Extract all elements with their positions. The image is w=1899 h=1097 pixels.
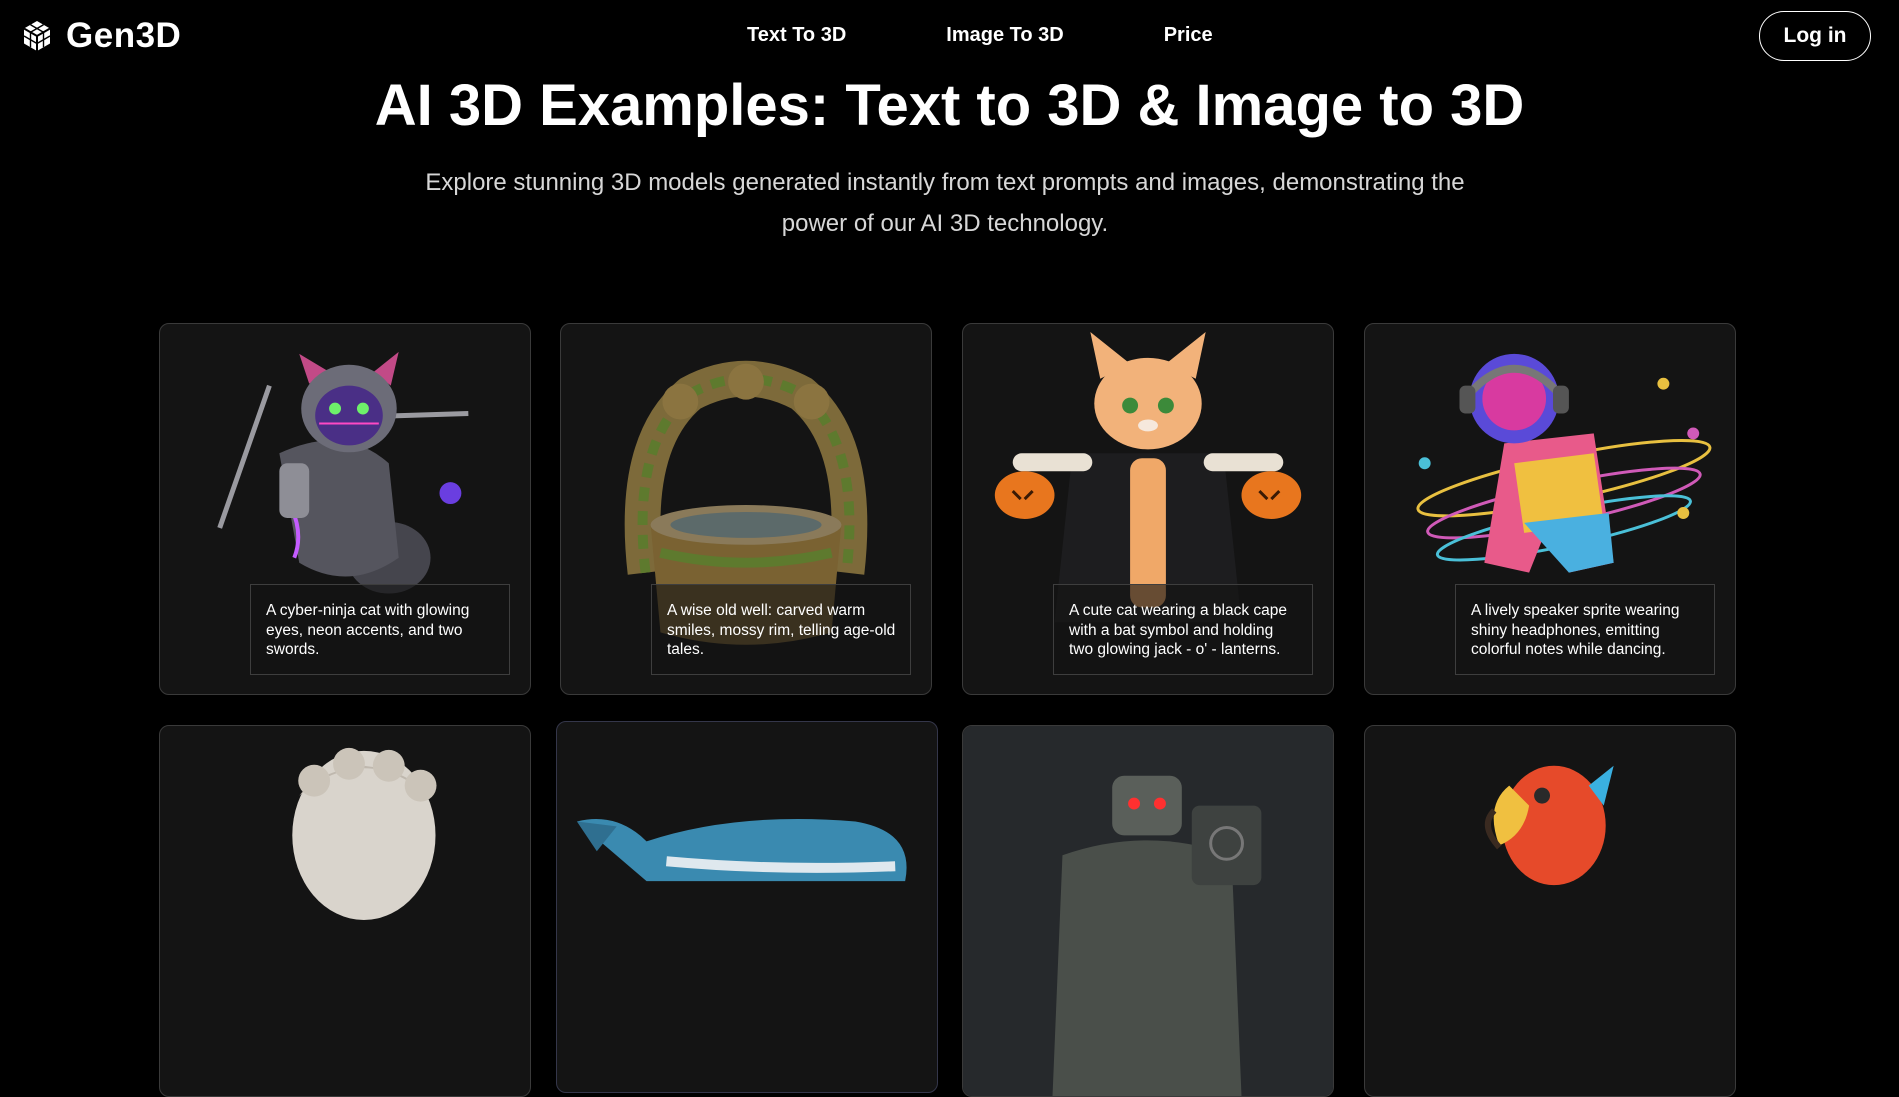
page-title: AI 3D Examples: Text to 3D & Image to 3D xyxy=(374,73,1525,138)
nav-link-text-to-3d[interactable]: Text To 3D xyxy=(747,24,846,47)
logo-text: Gen3D xyxy=(66,16,182,55)
example-caption: A lively speaker sprite wearing shiny he… xyxy=(1455,584,1715,675)
nav-link-price[interactable]: Price xyxy=(1164,24,1213,47)
page-subtitle: Explore stunning 3D models generated ins… xyxy=(425,169,1465,237)
example-card-speaker-sprite[interactable]: A lively speaker sprite wearing shiny he… xyxy=(1364,323,1736,695)
cartoon-parrot-image xyxy=(1485,765,1614,886)
example-card-blue-whale[interactable] xyxy=(556,721,938,1093)
example-caption: A cute cat wearing a black cape with a b… xyxy=(1053,584,1313,675)
nav-links: Text To 3D Image To 3D Price xyxy=(747,24,1213,47)
example-card-cyber-ninja-cat[interactable]: A cyber-ninja cat with glowing eyes, neo… xyxy=(159,323,531,695)
example-card-marble-bust[interactable] xyxy=(159,725,531,1097)
stone-golem-warrior-image xyxy=(963,726,1333,1096)
example-card-stone-golem[interactable] xyxy=(962,725,1334,1097)
login-button[interactable]: Log in xyxy=(1759,11,1871,61)
example-caption: A cyber-ninja cat with glowing eyes, neo… xyxy=(250,584,510,675)
blue-whale-image xyxy=(576,818,907,882)
example-card-old-well[interactable]: A wise old well: carved warm smiles, mos… xyxy=(560,323,932,695)
nav-link-image-to-3d[interactable]: Image To 3D xyxy=(946,24,1063,47)
marble-bust-image xyxy=(292,747,437,920)
cube-logo-icon xyxy=(23,21,51,51)
example-caption: A wise old well: carved warm smiles, mos… xyxy=(651,584,911,675)
example-card-parrot[interactable] xyxy=(1364,725,1736,1097)
logo[interactable]: Gen3D xyxy=(20,16,181,56)
example-card-cat-cape[interactable]: A cute cat wearing a black cape with a b… xyxy=(962,323,1334,695)
top-nav: Gen3D Text To 3D Image To 3D Price Log i… xyxy=(0,0,1899,72)
